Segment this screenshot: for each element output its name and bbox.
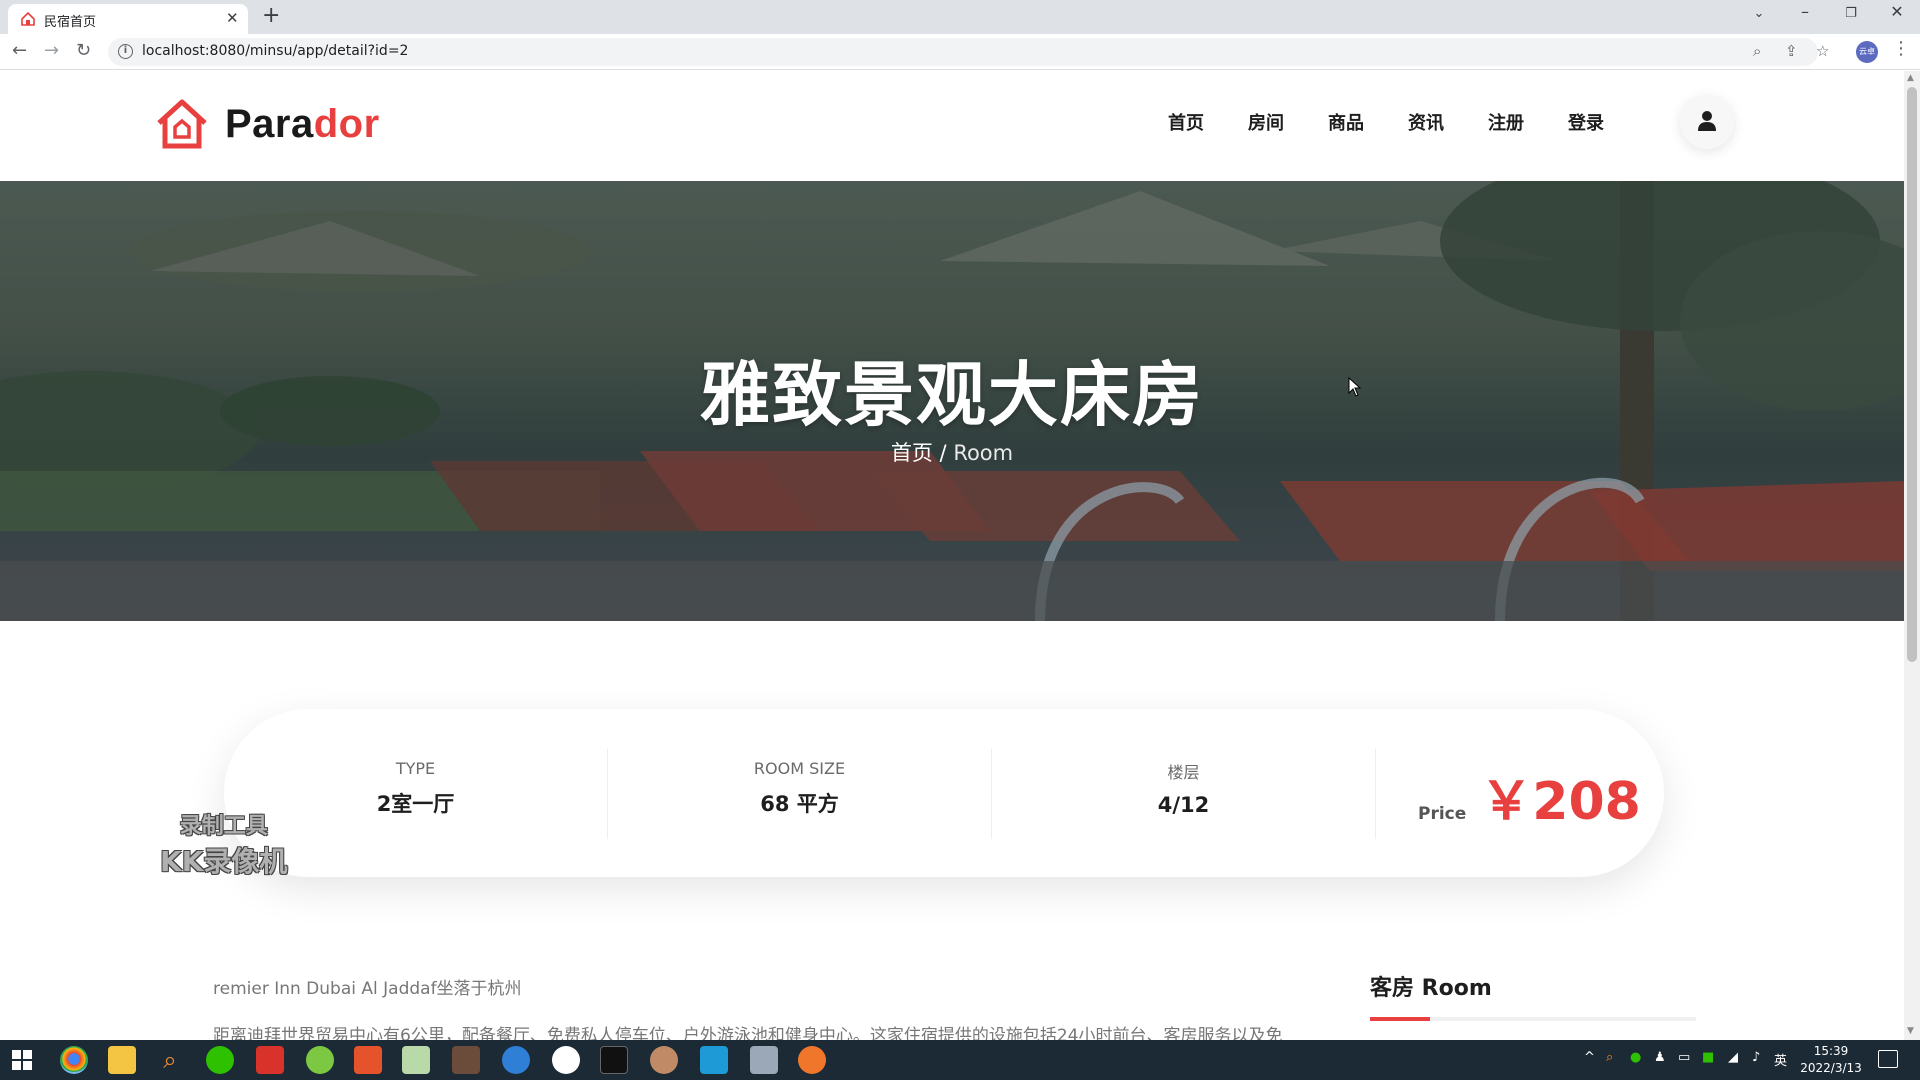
red-app-icon[interactable] [354,1046,382,1074]
recorder-watermark: 录制工具 KK录像机 [160,808,287,880]
avatar-app-icon[interactable] [650,1046,678,1074]
room-price-block: Price ￥208 [1418,759,1641,834]
notification-center-icon[interactable] [1878,1050,1898,1068]
room-description-text: 距离迪拜世界贸易中心有6公里，配备餐厅、免费私人停车位、户外游泳池和健身中心。这… [213,1026,1283,1040]
mouse-cursor-icon [1348,377,1362,397]
user-icon [1698,111,1716,131]
white-circle-app-icon[interactable] [552,1046,580,1074]
watermark-line2: KK录像机 [160,845,288,878]
breadcrumb-separator: / [932,441,954,465]
room-floor-value: 4/12 [1157,793,1210,817]
blue-app-icon[interactable] [700,1046,728,1074]
search-app-icon[interactable]: ⌕ [156,1046,184,1074]
browser-toolbar: ← → ↻ i localhost:8080/minsu/app/detail?… [0,34,1920,70]
browser-menu-icon[interactable]: ⋮ [1892,38,1910,59]
nav-goods[interactable]: 商品 [1328,109,1364,135]
sidebar-room-title: 客房 Room [1370,976,1492,1001]
file-explorer-icon[interactable] [108,1046,136,1074]
reload-icon[interactable]: ↻ [76,40,91,61]
room-size-block: ROOM SIZE 68 平方 [608,749,992,839]
nav-rooms[interactable]: 房间 [1248,109,1284,135]
chrome-taskbar-icon[interactable] [60,1046,88,1074]
breadcrumb-home[interactable]: 首页 [891,441,933,465]
price-label: Price [1418,804,1467,824]
room-size-value: 68 平方 [760,792,839,816]
nav-home[interactable]: 首页 [1168,109,1204,135]
wps-icon[interactable] [256,1046,284,1074]
zoom-icon[interactable]: ⌕ [1753,42,1761,60]
new-tab-icon[interactable]: + [262,3,280,28]
tray-network-icon[interactable]: ◢ [1728,1050,1738,1065]
breadcrumb-current: Room [953,441,1014,465]
tray-qq-icon[interactable]: ♟ [1654,1050,1666,1065]
back-icon[interactable]: ← [12,40,27,61]
page-viewport: Parador 首页 房间 商品 资讯 注册 登录 雅致景观大床房 首页 / R… [0,71,1904,1040]
browser-tab-bar: 民宿首页 ✕ + ⌄ – ❐ ✕ [0,0,1920,34]
tab-title: 民宿首页 [44,15,97,30]
room-size-label: ROOM SIZE [753,759,846,778]
site-logo[interactable]: Parador [153,97,380,151]
site-header: Parador 首页 房间 商品 资讯 注册 登录 [0,71,1904,181]
windows-taskbar: ⌕ ^ ⌕ ● ♟ ▭ ■ ◢ ♪ 英 15:39 2022/3/13 [0,1040,1920,1080]
notepad-icon[interactable] [402,1046,430,1074]
taskbar-clock[interactable]: 15:39 2022/3/13 [1796,1043,1866,1077]
room-type-label: TYPE [395,759,436,778]
logo-text-accent: dor [313,101,380,146]
tiger-app-icon[interactable] [452,1046,480,1074]
house-favicon-icon [21,11,35,26]
user-account-button[interactable] [1680,95,1734,149]
share-icon[interactable]: ⇪ [1785,42,1798,60]
main-nav: 首页 房间 商品 资讯 注册 登录 [1168,109,1648,135]
clock-time: 15:39 [1813,1044,1849,1058]
scroll-thumb[interactable] [1907,87,1917,662]
minimize-icon[interactable]: – [1782,2,1828,21]
tray-ime-indicator[interactable]: 英 [1774,1050,1787,1069]
room-floor-block: 楼层 4/12 [992,749,1376,839]
room-info-card: TYPE 2室一厅 ROOM SIZE 68 平方 楼层 4/12 Price … [224,709,1664,877]
nav-news[interactable]: 资讯 [1408,109,1444,135]
breadcrumb: 首页 / Room [0,437,1904,467]
nav-login[interactable]: 登录 [1568,109,1604,135]
close-window-icon[interactable]: ✕ [1874,2,1920,21]
house-logo-icon [157,99,207,149]
hero-banner: 雅致景观大床房 首页 / Room [0,181,1904,621]
profile-avatar[interactable]: 云卓 [1856,41,1878,63]
gray-app-icon[interactable] [750,1046,778,1074]
bookmark-star-icon[interactable]: ☆ [1816,42,1829,60]
watermark-line1: 录制工具 [179,814,268,839]
logo-text-dark: Para [225,101,314,146]
blue-search-app-icon[interactable] [502,1046,530,1074]
nav-register[interactable]: 注册 [1488,109,1524,135]
restore-icon[interactable]: ❐ [1828,6,1874,21]
forward-icon[interactable]: → [44,40,59,61]
clock-date: 2022/3/13 [1800,1061,1862,1075]
site-info-icon[interactable]: i [118,44,133,59]
room-floor-label: 楼层 [1167,763,1200,782]
sidebar-title-underline [1370,1017,1696,1021]
browser-tab[interactable]: 民宿首页 ✕ [8,4,248,34]
scroll-down-icon[interactable]: ▼ [1907,1026,1914,1036]
tray-search-icon[interactable]: ⌕ [1606,1050,1613,1065]
tab-search-icon[interactable]: ⌄ [1736,6,1782,21]
tab-close-icon[interactable]: ✕ [226,9,239,27]
price-value: ￥208 [1480,772,1641,832]
terminal-icon[interactable] [600,1046,628,1074]
tray-volume-icon[interactable]: ♪ [1752,1050,1760,1065]
address-bar[interactable]: i localhost:8080/minsu/app/detail?id=2 ⌕… [108,38,1829,66]
tray-green-icon[interactable]: ■ [1702,1050,1714,1065]
green-app-icon[interactable] [306,1046,334,1074]
tray-expand-icon[interactable]: ^ [1584,1050,1595,1065]
tray-wechat-icon[interactable]: ● [1630,1050,1641,1065]
room-title: 雅致景观大床房 [700,354,1204,436]
wechat-icon[interactable] [206,1046,234,1074]
url-text[interactable]: localhost:8080/minsu/app/detail?id=2 [142,43,408,59]
page-scrollbar[interactable]: ▲ ▼ [1904,71,1920,1040]
recorder-app-icon[interactable] [798,1046,826,1074]
tray-device-icon[interactable]: ▭ [1678,1050,1690,1065]
scroll-up-icon[interactable]: ▲ [1907,73,1914,83]
windows-start-icon[interactable] [12,1050,32,1070]
room-description-intro: remier Inn Dubai Al Jaddaf坐落于杭州 [213,979,522,999]
